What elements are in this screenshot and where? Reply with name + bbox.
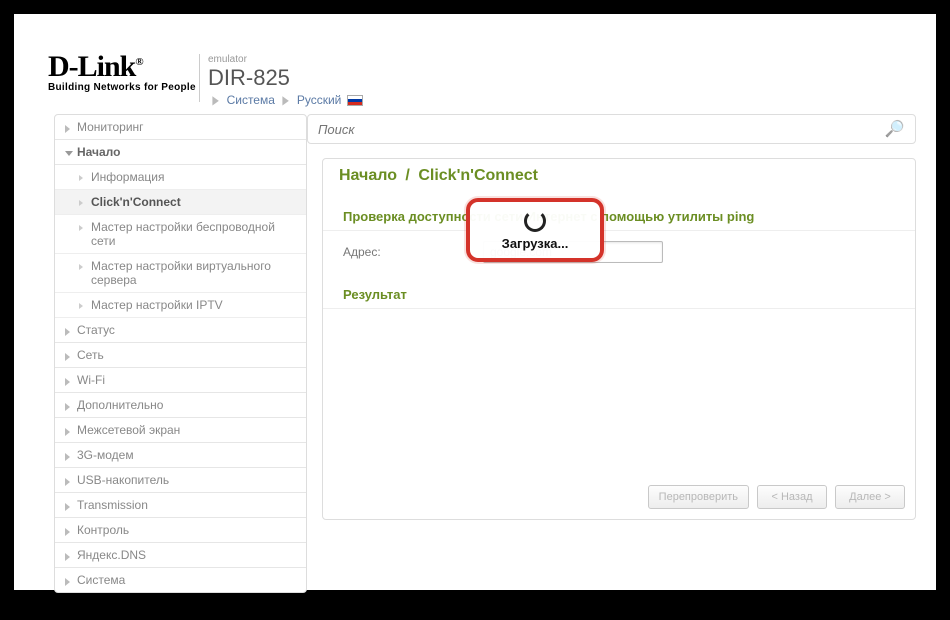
sidebar-item[interactable]: Wi-Fi (55, 368, 306, 393)
header: D-Link® Building Networks for People emu… (14, 14, 936, 94)
breadcrumb-current[interactable]: Click'n'Connect (418, 167, 538, 184)
next-button[interactable]: Далее > (835, 485, 905, 509)
emulator-label: emulator (208, 54, 363, 65)
sidebar-item[interactable]: Сеть (55, 343, 306, 368)
sidebar-item[interactable]: Мониторинг (55, 115, 306, 140)
breadcrumb-root[interactable]: Начало (339, 167, 397, 184)
back-button[interactable]: < Назад (757, 485, 827, 509)
search-icon[interactable]: 🔍 (885, 119, 905, 139)
flag-ru-icon (347, 95, 363, 106)
sidebar-item[interactable]: Статус (55, 318, 306, 343)
sidebar-item[interactable]: Система (55, 568, 306, 592)
header-divider (199, 54, 200, 102)
search-input[interactable] (318, 122, 885, 137)
ping-section-title: Проверка доступности сети Интернет с пом… (323, 203, 915, 231)
sidebar-subitem[interactable]: Click'n'Connect (55, 190, 306, 215)
breadcrumb-separator: / (405, 167, 409, 184)
sidebar-subitem[interactable]: Мастер настройки беспроводной сети (55, 215, 306, 254)
search-bar: 🔍 (307, 114, 916, 144)
spinner-icon (524, 210, 546, 232)
content-panel: Начало / Click'n'Connect Проверка доступ… (322, 158, 916, 520)
sidebar-item[interactable]: Transmission (55, 493, 306, 518)
sidebar-subitem[interactable]: Мастер настройки IPTV (55, 293, 306, 318)
sidebar: МониторингНачалоИнформацияClick'n'Connec… (54, 114, 307, 593)
sidebar-subitem[interactable]: Мастер настройки виртуального сервера (55, 254, 306, 293)
model-name: DIR-825 (208, 65, 363, 93)
brand-tagline: Building Networks for People (48, 82, 196, 93)
loading-overlay: Загрузка... (466, 198, 604, 262)
brand-logo: D-Link® Building Networks for People (48, 50, 196, 93)
loading-text: Загрузка... (502, 236, 569, 251)
sidebar-subitem[interactable]: Информация (55, 165, 306, 190)
sidebar-item[interactable]: USB-накопитель (55, 468, 306, 493)
chevron-right-icon: ▶ (283, 93, 289, 107)
address-row: Адрес: (323, 237, 915, 273)
sidebar-item[interactable]: Яндекс.DNS (55, 543, 306, 568)
result-section-title: Результат (323, 281, 915, 309)
language-link[interactable]: Русский (297, 93, 342, 107)
sidebar-item[interactable]: Межсетевой экран (55, 418, 306, 443)
system-link[interactable]: Система (227, 93, 275, 107)
brand-name: D-Link® (48, 50, 196, 84)
breadcrumb: Начало / Click'n'Connect (323, 159, 915, 195)
header-info: emulator DIR-825 ▶ Система ▶ Русский (208, 54, 363, 107)
chevron-right-icon: ▶ (212, 93, 218, 107)
button-row: Перепроверить < Назад Далее > (648, 485, 905, 509)
recheck-button[interactable]: Перепроверить (648, 485, 749, 509)
address-label: Адрес: (343, 245, 483, 259)
sidebar-item[interactable]: Начало (55, 140, 306, 165)
sidebar-item[interactable]: Контроль (55, 518, 306, 543)
sidebar-item[interactable]: 3G-модем (55, 443, 306, 468)
sidebar-item[interactable]: Дополнительно (55, 393, 306, 418)
